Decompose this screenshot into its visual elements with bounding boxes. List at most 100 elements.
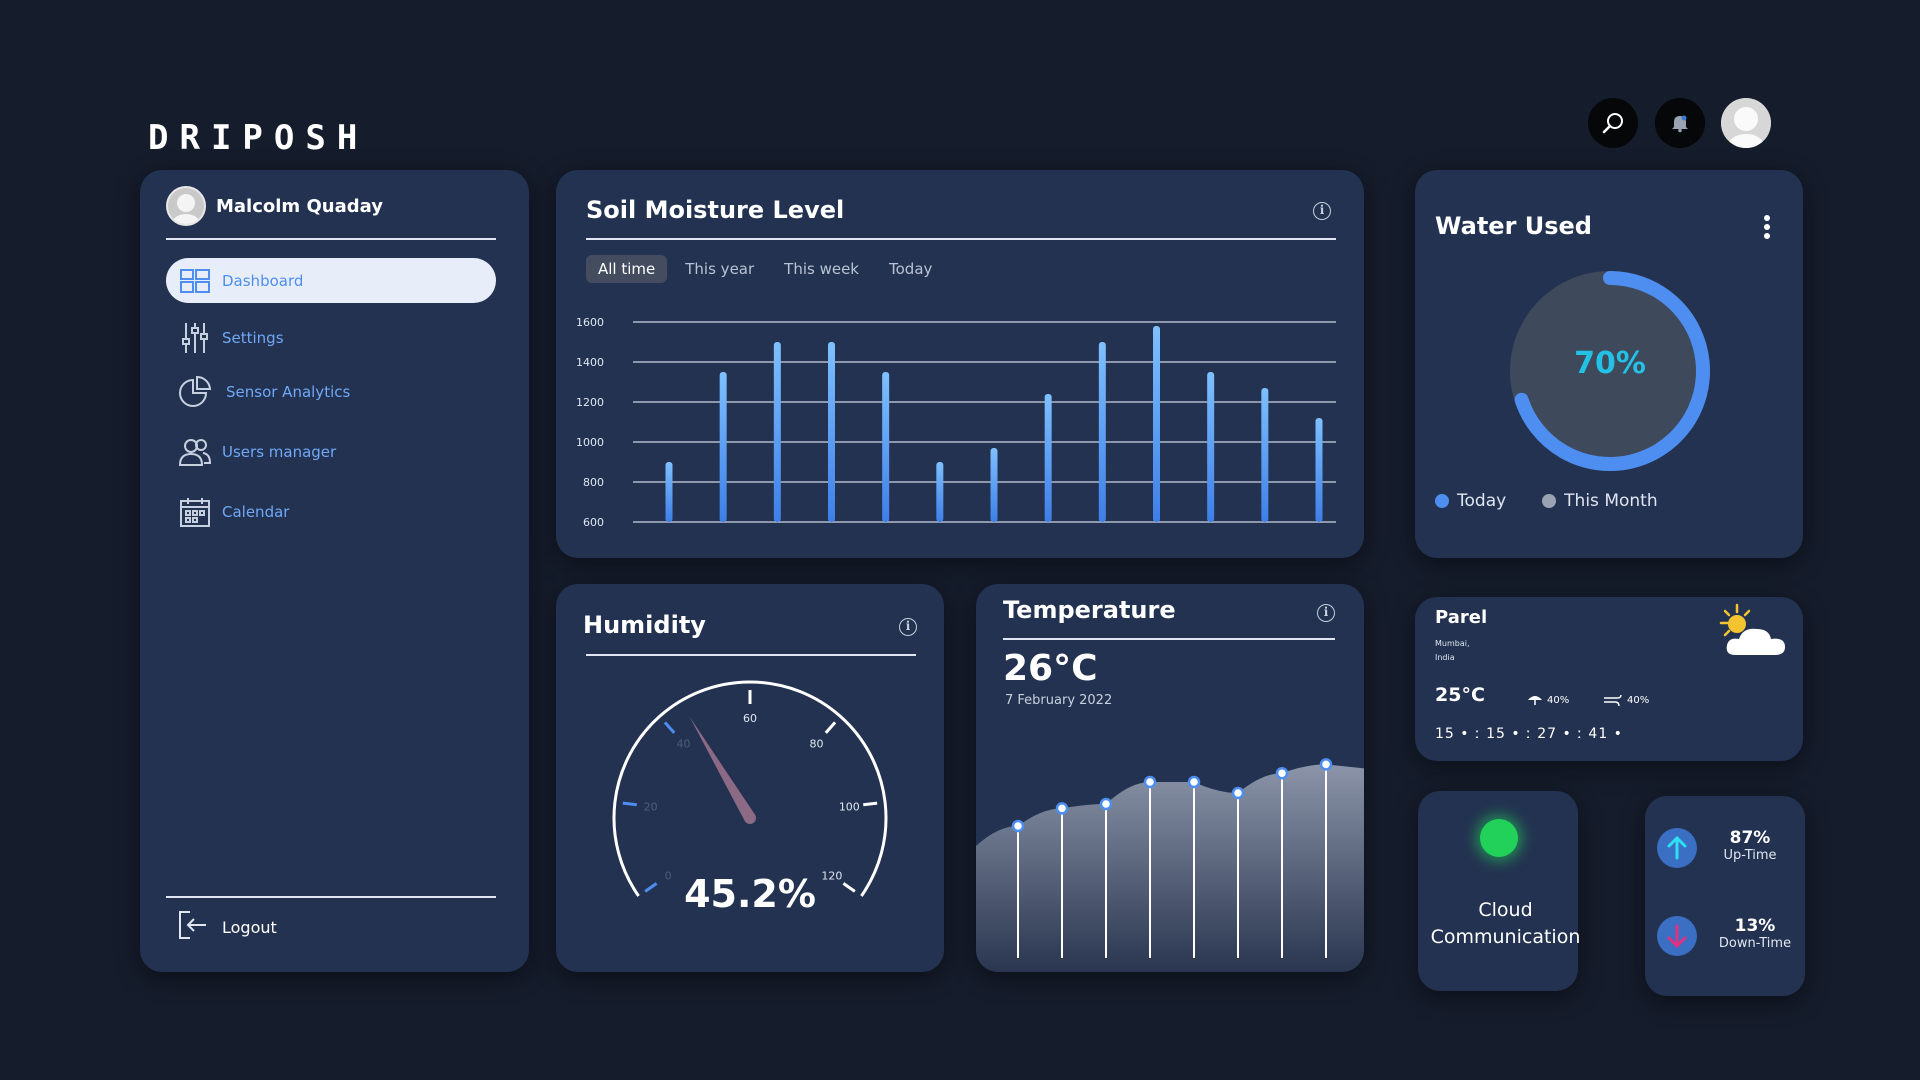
sidebar-item-label: Settings [222,328,284,347]
weather-card: Parel Mumbai, India 25°C 40% 40% 15 • ː … [1415,597,1803,761]
bar [828,342,835,522]
weather-rain: 40% [1527,693,1569,707]
gauge-tick-label: 100 [839,800,860,813]
data-point [1187,775,1201,789]
y-tick-label: 600 [583,516,604,529]
search-button[interactable] [1588,98,1638,148]
gauge-needle [689,716,756,822]
cloud-label-line2: Communication [1430,926,1581,948]
sidebar-item-dashboard[interactable]: Dashboard [166,258,496,303]
water-legend: Today This Month [1435,491,1658,511]
y-tick-label: 800 [583,476,604,489]
bar [1315,418,1323,522]
humidity-value: 45.2% [684,872,816,916]
bar [665,462,673,522]
uptime-value: 87% [1729,828,1771,848]
logout-icon [178,910,208,944]
logout-label: Logout [222,917,277,937]
gauge-tick [863,801,878,807]
weather-temp: 25°C [1435,684,1485,706]
bar [882,372,890,522]
divider [166,896,496,898]
data-point [1011,819,1025,833]
wind-icon [1604,694,1622,707]
downtime-stat: 13% Down-Time [1710,916,1800,951]
profile-avatar[interactable] [1721,98,1771,148]
weather-forecast: 15 • ː 15 • ː 27 • ː 41 • [1435,726,1623,742]
calendar-icon [178,495,212,529]
gauge-tick-label: 80 [809,737,823,750]
bell-icon [1672,115,1688,133]
sliders-icon [178,321,212,355]
y-tick-label: 1200 [576,396,604,409]
search-icon [1602,113,1623,134]
sidebar-item-calendar[interactable]: Calendar [166,489,496,534]
user-name: Malcolm Quaday [216,195,383,217]
user-profile[interactable]: Malcolm Quaday [166,186,383,226]
legend-today: Today [1457,491,1507,511]
more-options-button[interactable] [1763,214,1771,244]
weather-region-line2: India [1435,653,1455,662]
card-title: Water Used [1435,212,1592,240]
sidebar: Malcolm Quaday Dashboard Settings Sensor… [140,170,529,972]
gauge-tick [663,721,676,734]
gauge-tick-label: 20 [644,800,658,813]
user-avatar [166,186,206,226]
sidebar-item-settings[interactable]: Settings [166,315,496,360]
sidebar-item-sensor-analytics[interactable]: Sensor Analytics [166,369,496,414]
temperature-chart [976,758,1364,972]
downtime-value: 13% [1734,916,1776,936]
sidebar-item-label: Dashboard [222,271,304,290]
users-icon [178,435,212,469]
cloud-label-line1: Cloud [1478,899,1533,921]
bar [990,448,998,522]
legend-this-month: This Month [1564,491,1658,511]
weather-city: Parel [1435,607,1488,628]
arrow-down-icon [1657,916,1697,960]
water-percent: 70% [1574,346,1646,381]
cloud-label: Cloud Communication [1418,897,1593,951]
legend-dot [1435,494,1449,508]
humidity-card: Humidity i 0 20 40 60 80 100 120 45.2% [556,584,944,972]
bar [773,342,781,522]
umbrella-icon [1528,696,1542,705]
soil-moisture-chart: 1600 1400 1200 1000 800 600 [576,316,1336,529]
logout-button[interactable]: Logout [166,910,277,944]
rain-value: 40% [1547,694,1570,706]
gauge-tick-label: 60 [743,712,757,725]
status-indicator [1480,819,1518,857]
data-point [1143,775,1157,789]
y-tick-label: 1600 [576,316,604,329]
downtime-label: Down-Time [1718,936,1792,951]
data-point [1275,766,1289,780]
uptime-label: Up-Time [1723,848,1777,863]
temperature-card: Temperature i 26°C 7 February 2022 [976,584,1364,972]
bar [1261,388,1269,522]
area-fill [976,764,1364,972]
gauge-tick-label: 40 [677,737,691,750]
uptime-card: 87% Up-Time 13% Down-Time [1645,796,1805,996]
wind-value: 40% [1627,694,1650,706]
data-point [1055,802,1069,815]
bar [1153,326,1160,522]
sidebar-item-label: Calendar [222,502,290,521]
soil-moisture-card: Soil Moisture Level i All time This year… [556,170,1364,558]
weather-wind: 40% [1603,693,1649,707]
data-point [1319,758,1333,771]
water-used-card: Water Used 70% Today This Month [1415,170,1803,558]
legend-dot [1542,494,1557,508]
app-logo: DRIPOSH [148,118,369,158]
dashboard-icon [178,264,212,298]
weather-region: Mumbai, India [1435,637,1470,665]
weather-region-line1: Mumbai, [1435,639,1470,648]
data-point [1099,797,1113,811]
pie-chart-icon [178,375,212,409]
notifications-button[interactable] [1655,98,1705,148]
bar [719,372,727,522]
gauge-tick [622,801,637,807]
uptime-stat: 87% Up-Time [1710,828,1790,863]
cloud-communication-card: Cloud Communication [1418,791,1580,991]
sidebar-item-users-manager[interactable]: Users manager [166,429,496,474]
y-tick-label: 1000 [576,436,604,449]
avatar-icon [1721,98,1771,148]
